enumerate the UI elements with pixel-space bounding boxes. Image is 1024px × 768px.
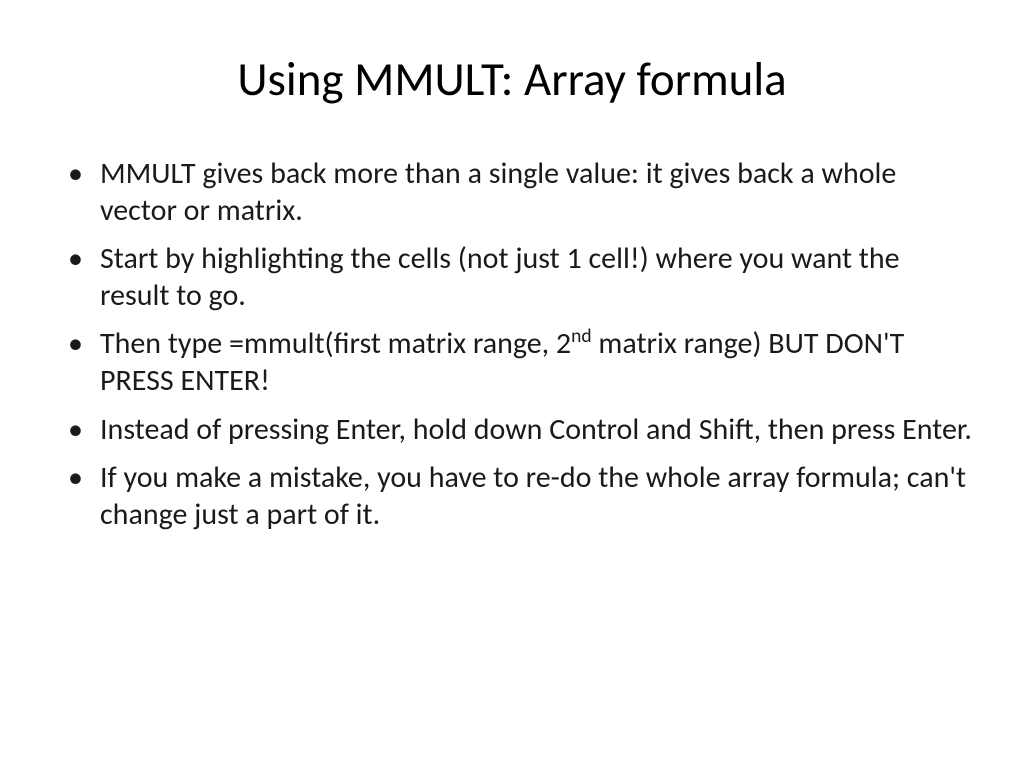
list-item: MMULT gives back more than a single valu… [68,156,974,229]
superscript: nd [571,324,592,348]
list-item: Then type =mmult(first matrix range, 2nd… [68,326,974,399]
list-item: Instead of pressing Enter, hold down Con… [68,412,974,449]
list-item: If you make a mistake, you have to re-do… [68,460,974,533]
slide-title: Using MMULT: Array formula [50,50,974,108]
list-item: Start by highlighting the cells (not jus… [68,241,974,314]
bullet-text-prefix: Then type =mmult(first matrix range, 2 [100,325,571,362]
bullet-list: MMULT gives back more than a single valu… [50,156,974,533]
